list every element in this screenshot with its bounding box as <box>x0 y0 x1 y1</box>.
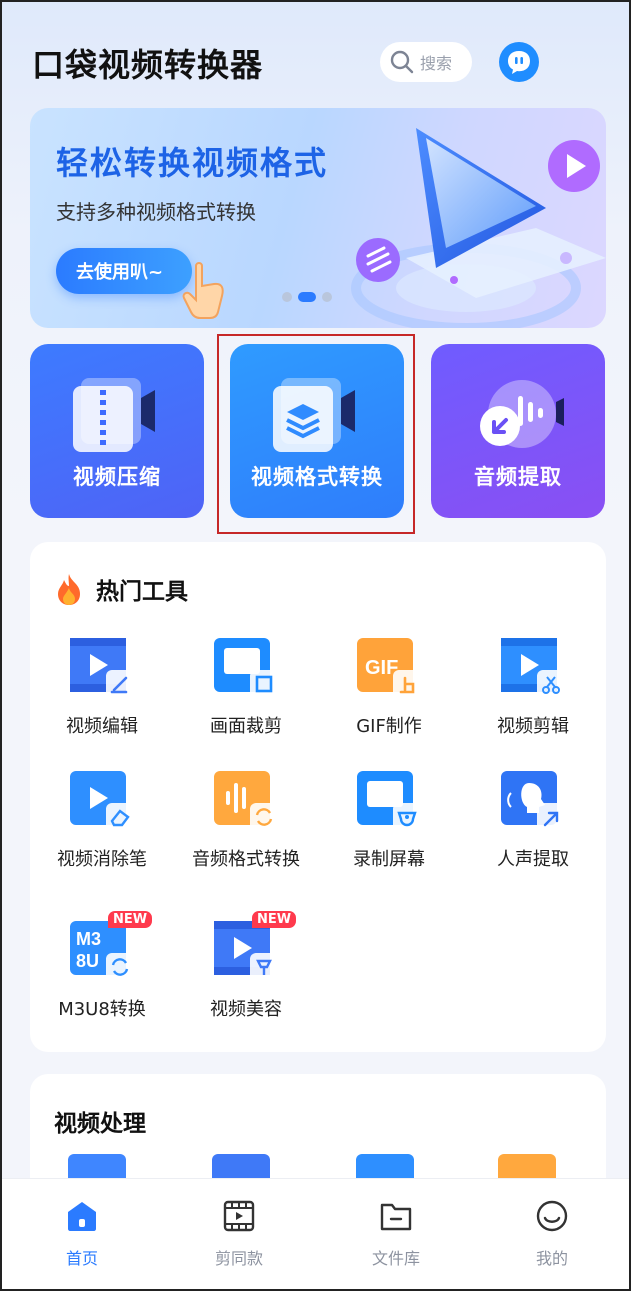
tool-m3u8-convert[interactable]: M3 8U NEW M3U8转换 <box>37 911 167 1021</box>
feature-video-compress[interactable]: 视频压缩 <box>30 344 204 518</box>
audio-convert-icon <box>214 771 278 831</box>
tool-label: 视频消除笔 <box>57 849 147 870</box>
new-badge: NEW <box>108 911 153 928</box>
search-icon <box>390 50 414 74</box>
tool-voice-extract[interactable]: 人声提取 <box>468 767 598 871</box>
tool-label: 音频格式转换 <box>192 849 300 870</box>
audio-extract-icon <box>480 380 564 448</box>
pagination-dot <box>282 292 292 302</box>
tab-file-library[interactable]: 文件库 <box>346 1199 446 1269</box>
tool-video-edit[interactable]: 视频编辑 <box>37 634 167 738</box>
tab-label: 我的 <box>535 1249 568 1268</box>
search-placeholder: 搜索 <box>420 54 453 73</box>
video-processing-title: 视频处理 <box>54 1111 146 1137</box>
tab-home[interactable]: 首页 <box>32 1199 132 1269</box>
pointing-hand-icon <box>182 262 224 319</box>
tool-label: 视频美容 <box>210 999 282 1020</box>
tab-label: 剪同款 <box>214 1249 263 1268</box>
hot-tools-header: 热门工具 <box>54 572 188 606</box>
chat-bubble-icon <box>508 51 530 74</box>
tool-video-beauty[interactable]: NEW 视频美容 <box>181 911 311 1021</box>
screen-record-icon <box>357 771 421 831</box>
beauty-icon-wrap: NEW <box>212 911 297 985</box>
new-badge: NEW <box>252 911 297 928</box>
tab-template[interactable]: 剪同款 <box>189 1199 289 1269</box>
flame-icon <box>58 574 80 605</box>
banner-try-button[interactable]: 去使用叭~ <box>56 248 192 294</box>
tool-label: 录制屏幕 <box>353 849 425 870</box>
tool-crop[interactable]: 画面裁剪 <box>181 634 311 738</box>
layers-video-icon <box>273 378 355 452</box>
tool-label: M3U8转换 <box>58 999 146 1020</box>
message-button[interactable] <box>499 42 539 82</box>
tab-label: 文件库 <box>371 1249 420 1268</box>
play-3d-illustration <box>351 128 606 328</box>
voice-extract-icon <box>501 771 565 831</box>
svg-text:M3: M3 <box>76 929 101 949</box>
banner-title: 轻松转换视频格式 <box>56 144 329 182</box>
search-box[interactable]: 搜索 <box>380 42 472 82</box>
tool-video-cut[interactable]: 视频剪辑 <box>468 634 598 738</box>
m3u8-icon-wrap: M3 8U NEW <box>68 911 153 985</box>
crop-icon <box>214 638 278 698</box>
pagination-dot-active <box>298 292 316 302</box>
tool-label: GIF制作 <box>356 716 422 737</box>
tool-label: 视频剪辑 <box>497 716 569 737</box>
app-screen: 口袋视频转换器 搜索 轻松转换视频格式 支持多种视频格式转换 去使用叭~ 视频压… <box>0 0 631 1291</box>
banner-subtitle: 支持多种视频格式转换 <box>56 200 256 224</box>
tab-label: 首页 <box>65 1249 98 1268</box>
gif-icon: GIF <box>357 638 421 698</box>
tab-profile[interactable]: 我的 <box>502 1199 602 1269</box>
tool-gif[interactable]: GIF GIF制作 <box>324 634 454 738</box>
tool-label: 画面裁剪 <box>210 716 282 737</box>
feature-video-format-convert[interactable]: 视频格式转换 <box>230 344 404 518</box>
svg-text:8U: 8U <box>76 951 99 971</box>
tool-label: 视频编辑 <box>66 716 138 737</box>
video-processing-header: 视频处理 <box>54 1104 146 1138</box>
hot-tools-panel: 热门工具 视频编辑 画面裁剪 GIF GIF制作 视频剪辑 视频消除笔 音频格式… <box>30 542 606 1052</box>
smile-face-icon <box>536 1200 568 1232</box>
app-title: 口袋视频转换器 <box>32 46 264 84</box>
film-template-icon <box>223 1200 255 1232</box>
tool-label: 人声提取 <box>497 849 569 870</box>
home-icon <box>68 1202 96 1231</box>
banner-pagination <box>282 292 332 302</box>
tool-screen-record[interactable]: 录制屏幕 <box>324 767 454 871</box>
pagination-dot <box>322 292 332 302</box>
zip-video-icon <box>73 378 155 452</box>
video-edit-icon <box>70 638 134 698</box>
tool-audio-convert[interactable]: 音频格式转换 <box>181 767 311 871</box>
feature-audio-extract[interactable]: 音频提取 <box>431 344 605 518</box>
tool-video-eraser[interactable]: 视频消除笔 <box>37 767 167 871</box>
eraser-video-icon <box>70 771 134 831</box>
feature-label: 视频压缩 <box>73 465 161 489</box>
hot-tools-title: 热门工具 <box>96 579 188 605</box>
feature-label: 视频格式转换 <box>251 465 383 489</box>
bottom-tab-bar: 首页 剪同款 文件库 我的 <box>2 1178 629 1289</box>
folder-icon <box>380 1203 412 1231</box>
scissors-video-icon <box>501 638 565 698</box>
banner-button-label: 去使用叭~ <box>76 262 164 283</box>
feature-label: 音频提取 <box>474 465 562 489</box>
promo-banner[interactable]: 轻松转换视频格式 支持多种视频格式转换 去使用叭~ <box>30 108 606 328</box>
